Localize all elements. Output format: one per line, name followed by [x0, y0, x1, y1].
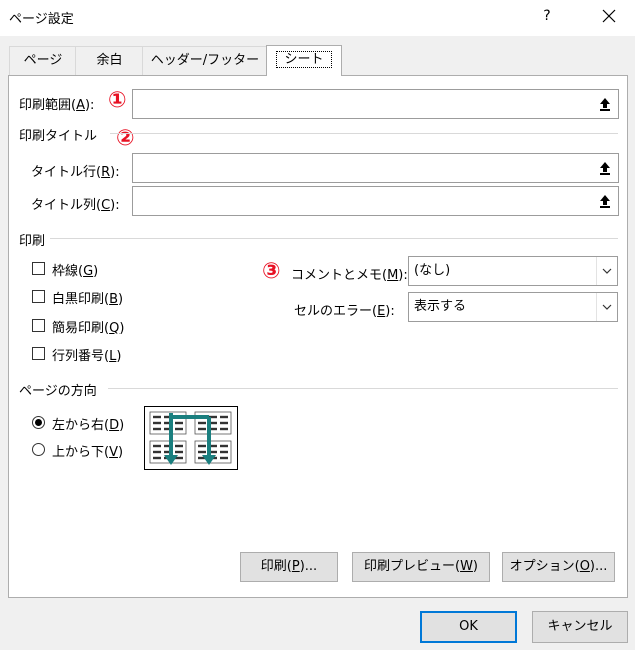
- cell-errors-select[interactable]: 表示する: [408, 292, 618, 322]
- divider: [110, 133, 618, 134]
- over-then-down-radio[interactable]: [32, 443, 45, 456]
- title-rows-input[interactable]: [132, 153, 619, 183]
- divider: [108, 388, 618, 389]
- print-heading: 印刷: [19, 234, 46, 249]
- options-button[interactable]: オプション(O)...: [502, 552, 615, 582]
- title-rows-collapse-button[interactable]: [594, 156, 616, 180]
- gridlines-label[interactable]: 枠線(G): [52, 260, 98, 279]
- collapse-dialog-icon: [600, 195, 610, 208]
- annotation-2: ②: [116, 126, 135, 151]
- down-then-over-radio[interactable]: [32, 416, 45, 429]
- title-cols-input[interactable]: [132, 186, 619, 216]
- page-order-preview-icon: [149, 411, 232, 465]
- print-area-collapse-button[interactable]: [594, 92, 616, 116]
- tab-page[interactable]: ページ: [9, 46, 77, 75]
- help-button[interactable]: ?: [532, 3, 562, 29]
- comments-label: コメントとメモ(M):: [291, 268, 408, 283]
- tab-header-footer-label: ヘッダー/フッター: [150, 53, 260, 68]
- title-cols-label: タイトル列(C):: [31, 198, 120, 213]
- draft-checkbox[interactable]: [32, 319, 45, 332]
- divider: [50, 238, 618, 239]
- title-cols-collapse-button[interactable]: [594, 189, 616, 213]
- annotation-3: ③: [262, 259, 281, 284]
- close-icon: [602, 9, 616, 23]
- comments-select-value: (なし): [414, 263, 451, 278]
- page-order-heading: ページの方向: [19, 384, 97, 399]
- collapse-dialog-icon: [600, 162, 610, 175]
- print-titles-heading: 印刷タイトル: [19, 129, 98, 144]
- headings-checkbox[interactable]: [32, 347, 45, 360]
- print-button[interactable]: 印刷(P)...: [240, 552, 338, 582]
- chevron-down-icon: [596, 293, 617, 321]
- print-area-input[interactable]: [132, 89, 619, 119]
- title-rows-label: タイトル行(R):: [31, 165, 120, 180]
- down-then-over-label[interactable]: 左から右(D): [52, 414, 124, 433]
- comments-select[interactable]: (なし): [408, 256, 618, 286]
- chevron-down-icon: [596, 257, 617, 285]
- cancel-button[interactable]: キャンセル: [532, 611, 628, 643]
- window-title: ページ設定: [9, 12, 74, 27]
- tab-margins-label: 余白: [96, 53, 123, 68]
- cell-errors-label: セルのエラー(E):: [294, 304, 395, 319]
- tab-page-label: ページ: [23, 53, 63, 68]
- cell-errors-select-value: 表示する: [414, 299, 467, 314]
- tab-sheet-label: シート: [276, 51, 332, 68]
- print-area-label: 印刷範囲(A):: [19, 98, 95, 113]
- collapse-dialog-icon: [600, 98, 610, 111]
- gridlines-checkbox[interactable]: [32, 262, 45, 275]
- tab-sheet[interactable]: シート: [266, 45, 342, 76]
- print-preview-button[interactable]: 印刷プレビュー(W): [352, 552, 490, 582]
- close-button[interactable]: [592, 3, 626, 29]
- draft-label[interactable]: 簡易印刷(Q): [52, 317, 124, 336]
- black-white-label[interactable]: 白黒印刷(B): [52, 288, 123, 307]
- annotation-1: ①: [108, 88, 127, 113]
- tab-margins[interactable]: 余白: [75, 46, 144, 75]
- ok-button[interactable]: OK: [420, 611, 517, 643]
- headings-label[interactable]: 行列番号(L): [52, 345, 121, 364]
- tab-header-footer[interactable]: ヘッダー/フッター: [142, 46, 268, 75]
- over-then-down-label[interactable]: 上から下(V): [52, 441, 123, 460]
- black-white-checkbox[interactable]: [32, 290, 45, 303]
- page-order-preview: [144, 406, 238, 470]
